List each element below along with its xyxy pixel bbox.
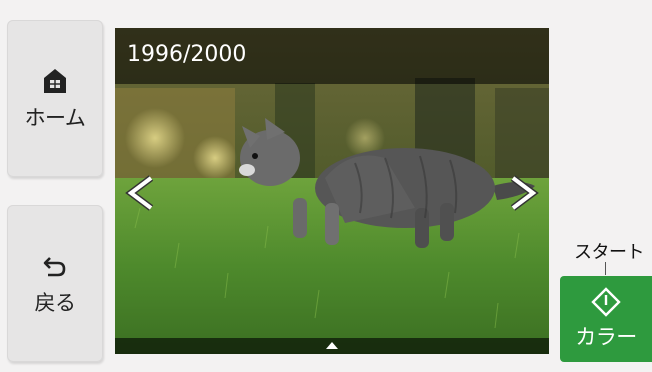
home-icon — [40, 66, 70, 96]
photo-preview[interactable]: 1996/2000 — [115, 28, 549, 354]
home-label: ホーム — [24, 105, 86, 130]
details-bar[interactable] — [115, 338, 549, 354]
start-caption: スタート — [574, 242, 645, 263]
triangle-up-icon — [326, 342, 338, 349]
previous-photo-button[interactable] — [123, 174, 159, 212]
start-caption-tick — [605, 262, 606, 275]
chevron-right-icon — [510, 175, 539, 211]
home-button[interactable]: ホーム — [7, 20, 103, 177]
color-start-label: カラー — [575, 325, 637, 349]
next-photo-button[interactable] — [505, 174, 541, 212]
start-diamond-icon — [591, 287, 621, 317]
color-start-button[interactable]: カラー — [560, 276, 652, 362]
photo-counter: 1996/2000 — [127, 42, 247, 67]
back-button[interactable]: 戻る — [7, 205, 103, 362]
back-arrow-icon — [40, 251, 70, 281]
back-label: 戻る — [34, 290, 77, 315]
chevron-left-icon — [125, 175, 154, 211]
